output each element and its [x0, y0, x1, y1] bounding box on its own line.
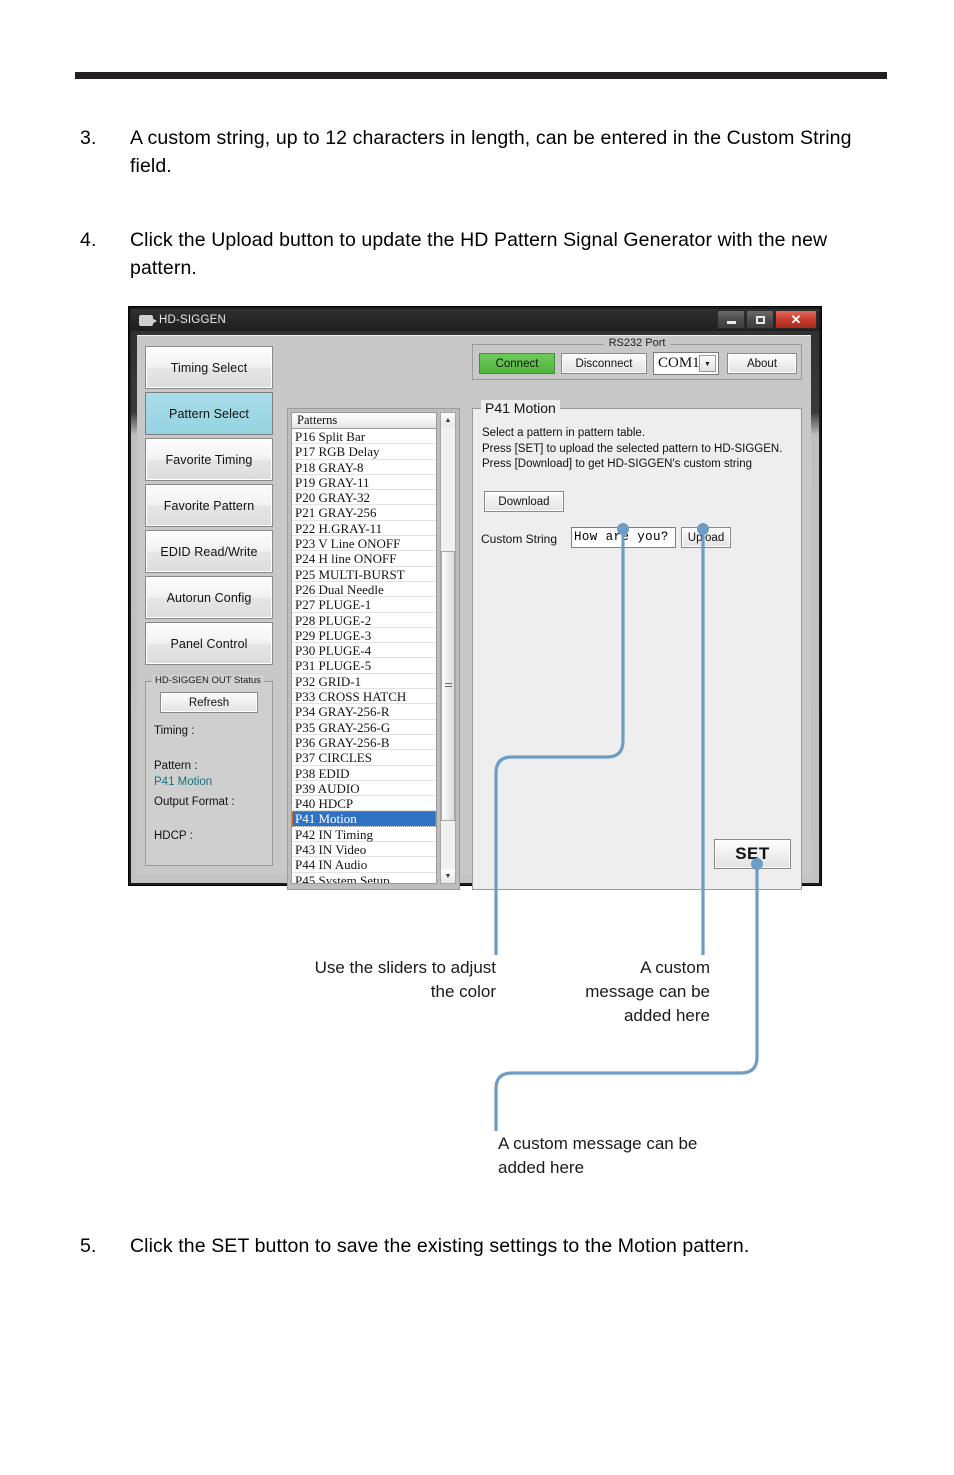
pattern-list-item[interactable]: P20 GRAY-32 [292, 490, 436, 506]
set-button[interactable]: SET [714, 839, 791, 869]
app-logo-icon [139, 314, 157, 326]
motion-group-legend: P41 Motion [481, 400, 560, 416]
pattern-list-item[interactable]: P40 HDCP [292, 796, 436, 812]
motion-description-line-3: Press [Download] to get HD-SIGGEN's cust… [482, 458, 752, 470]
callout-label-custom-message-upper: A custom message can be added here [585, 958, 710, 1025]
about-button[interactable]: About [727, 353, 797, 374]
window-title: HD-SIGGEN [159, 314, 226, 326]
sidebar-item-autorun-config[interactable]: Autorun Config [145, 576, 273, 619]
doc-step-5-number: 5. [80, 1235, 97, 1257]
pattern-list-item[interactable]: P26 Dual Needle [292, 582, 436, 598]
doc-step-4-text: Click the Upload button to update the HD… [130, 229, 828, 279]
motion-description: Select a pattern in pattern table. Press… [482, 426, 782, 473]
doc-step-4: 4. Click the Upload button to update the… [80, 226, 865, 282]
pattern-list-item[interactable]: P25 MULTI-BURST [292, 567, 436, 582]
pattern-list-item[interactable]: P41 Motion [292, 811, 436, 827]
pattern-list-item[interactable]: P30 PLUGE-4 [292, 643, 436, 659]
rs232-port-group: RS232 Port Connect Disconnect COM1: ▼ Ab… [472, 337, 802, 380]
sidebar-item-favorite-pattern[interactable]: Favorite Pattern [145, 484, 273, 527]
scroll-down-icon[interactable]: ▼ [441, 869, 455, 883]
sidebar-item-panel-control[interactable]: Panel Control [145, 622, 273, 665]
sidebar-item-timing-select[interactable]: Timing Select [145, 346, 273, 389]
scroll-up-icon[interactable]: ▲ [441, 413, 455, 427]
pattern-list-item[interactable]: P36 GRAY-256-B [292, 735, 436, 751]
pattern-list-item[interactable]: P32 GRID-1 [292, 674, 436, 690]
pattern-list-item[interactable]: P45 System Setup [292, 873, 436, 883]
status-group-legend: HD-SIGGEN OUT Status [152, 675, 264, 686]
sidebar-item-edid-read-write[interactable]: EDID Read/Write [145, 530, 273, 573]
minimize-icon [726, 320, 736, 324]
pattern-list-item[interactable]: P33 CROSS HATCH [292, 689, 436, 705]
pattern-list-item[interactable]: P24 H line ONOFF [292, 551, 436, 567]
sidebar-item-favorite-timing[interactable]: Favorite Timing [145, 438, 273, 481]
maximize-icon [755, 315, 765, 324]
rs232-group-legend: RS232 Port [603, 337, 671, 349]
com-port-value: COM1: [658, 355, 704, 371]
window-controls: ✕ [716, 310, 817, 329]
close-button[interactable]: ✕ [775, 310, 817, 329]
hd-siggen-out-status-group: HD-SIGGEN OUT Status Refresh Timing : Pa… [145, 675, 273, 866]
window-inner-frame: HD-SIGGEN ✕ Timing Select Pattern Select… [131, 309, 819, 890]
pattern-list-item[interactable]: P39 AUDIO [292, 781, 436, 797]
status-pattern-label: Pattern : [154, 760, 198, 772]
pattern-list-item[interactable]: P28 PLUGE-2 [292, 613, 436, 628]
pattern-list-item[interactable]: P35 GRAY-256-G [292, 720, 436, 735]
pattern-list-item[interactable]: P21 GRAY-256 [292, 505, 436, 521]
doc-step-3-number: 3. [80, 127, 97, 149]
doc-step-4-number: 4. [80, 229, 97, 251]
pattern-list-item[interactable]: P44 IN Audio [292, 857, 436, 873]
custom-string-input[interactable]: How are you? [571, 527, 676, 548]
pattern-list-item[interactable]: P38 EDID [292, 766, 436, 781]
pattern-list-item[interactable]: P37 CIRCLES [292, 750, 436, 766]
doc-step-5: 5. Click the SET button to save the exis… [80, 1232, 865, 1260]
patterns-panel: Patterns P16 Split Bar P17 RGB Delay P18 G… [287, 408, 460, 890]
window-client-area: Timing Select Pattern Select Favorite Ti… [137, 335, 811, 890]
status-timing-label: Timing : [154, 725, 195, 737]
window-titlebar[interactable]: HD-SIGGEN ✕ [131, 309, 819, 331]
callout-label-sliders: Use the sliders to adjust the color [314, 958, 496, 1001]
chevron-down-icon[interactable]: ▼ [699, 355, 716, 372]
sidebar-item-pattern-select[interactable]: Pattern Select [145, 392, 273, 435]
pattern-list-item[interactable]: P34 GRAY-256-R [292, 704, 436, 720]
close-icon: ✕ [790, 312, 802, 327]
callout-label-custom-message-lower: A custom message can be added here [498, 1134, 698, 1177]
maximize-button[interactable] [746, 310, 774, 329]
status-hdcp-label: HDCP : [154, 830, 193, 842]
doc-step-5-text: Click the SET button to save the existin… [130, 1235, 750, 1257]
scrollbar-thumb[interactable] [441, 551, 455, 821]
patterns-list[interactable]: P16 Split Bar P17 RGB Delay P18 GRAY-8 P19 … [291, 429, 437, 884]
p41-motion-group: P41 Motion Select a pattern in pattern t… [472, 400, 802, 890]
pattern-list-item[interactable]: P29 PLUGE-3 [292, 628, 436, 644]
refresh-button[interactable]: Refresh [160, 692, 258, 713]
pattern-list-item[interactable]: P18 GRAY-8 [292, 460, 436, 475]
hd-siggen-window: HD-SIGGEN ✕ Timing Select Pattern Select… [128, 306, 822, 890]
pattern-list-item[interactable]: P17 RGB Delay [292, 444, 436, 460]
download-button[interactable]: Download [484, 491, 564, 512]
motion-description-line-1: Select a pattern in pattern table. [482, 427, 646, 439]
custom-string-label: Custom String [481, 532, 558, 546]
pattern-list-item[interactable]: P16 Split Bar [292, 429, 436, 445]
com-port-select[interactable]: COM1: ▼ [653, 352, 719, 375]
upload-button[interactable]: Upload [681, 527, 731, 548]
doc-step-3-text: A custom string, up to 12 characters in … [130, 127, 852, 177]
patterns-scrollbar[interactable]: ▲ ▼ [440, 412, 456, 884]
patterns-column-header: Patterns [291, 412, 437, 429]
page-header-rule [75, 72, 887, 79]
status-pattern-value: P41 Motion [154, 776, 213, 788]
disconnect-button[interactable]: Disconnect [561, 353, 647, 374]
connect-button[interactable]: Connect [479, 353, 555, 374]
pattern-list-item[interactable]: P22 H.GRAY-11 [292, 521, 436, 537]
sidebar-nav: Timing Select Pattern Select Favorite Ti… [145, 346, 273, 668]
pattern-list-item[interactable]: P23 V Line ONOFF [292, 536, 436, 552]
pattern-list-item[interactable]: P42 IN Timing [292, 827, 436, 843]
pattern-list-item[interactable]: P27 PLUGE-1 [292, 597, 436, 613]
pattern-list-item[interactable]: P43 IN Video [292, 842, 436, 858]
pattern-list-item[interactable]: P31 PLUGE-5 [292, 658, 436, 674]
status-output-format-label: Output Format : [154, 796, 235, 808]
pattern-list-item[interactable]: P19 GRAY-11 [292, 475, 436, 491]
doc-step-3: 3. A custom string, up to 12 characters … [80, 124, 865, 180]
motion-description-line-2: Press [SET] to upload the selected patte… [482, 442, 783, 455]
minimize-button[interactable] [717, 310, 745, 329]
